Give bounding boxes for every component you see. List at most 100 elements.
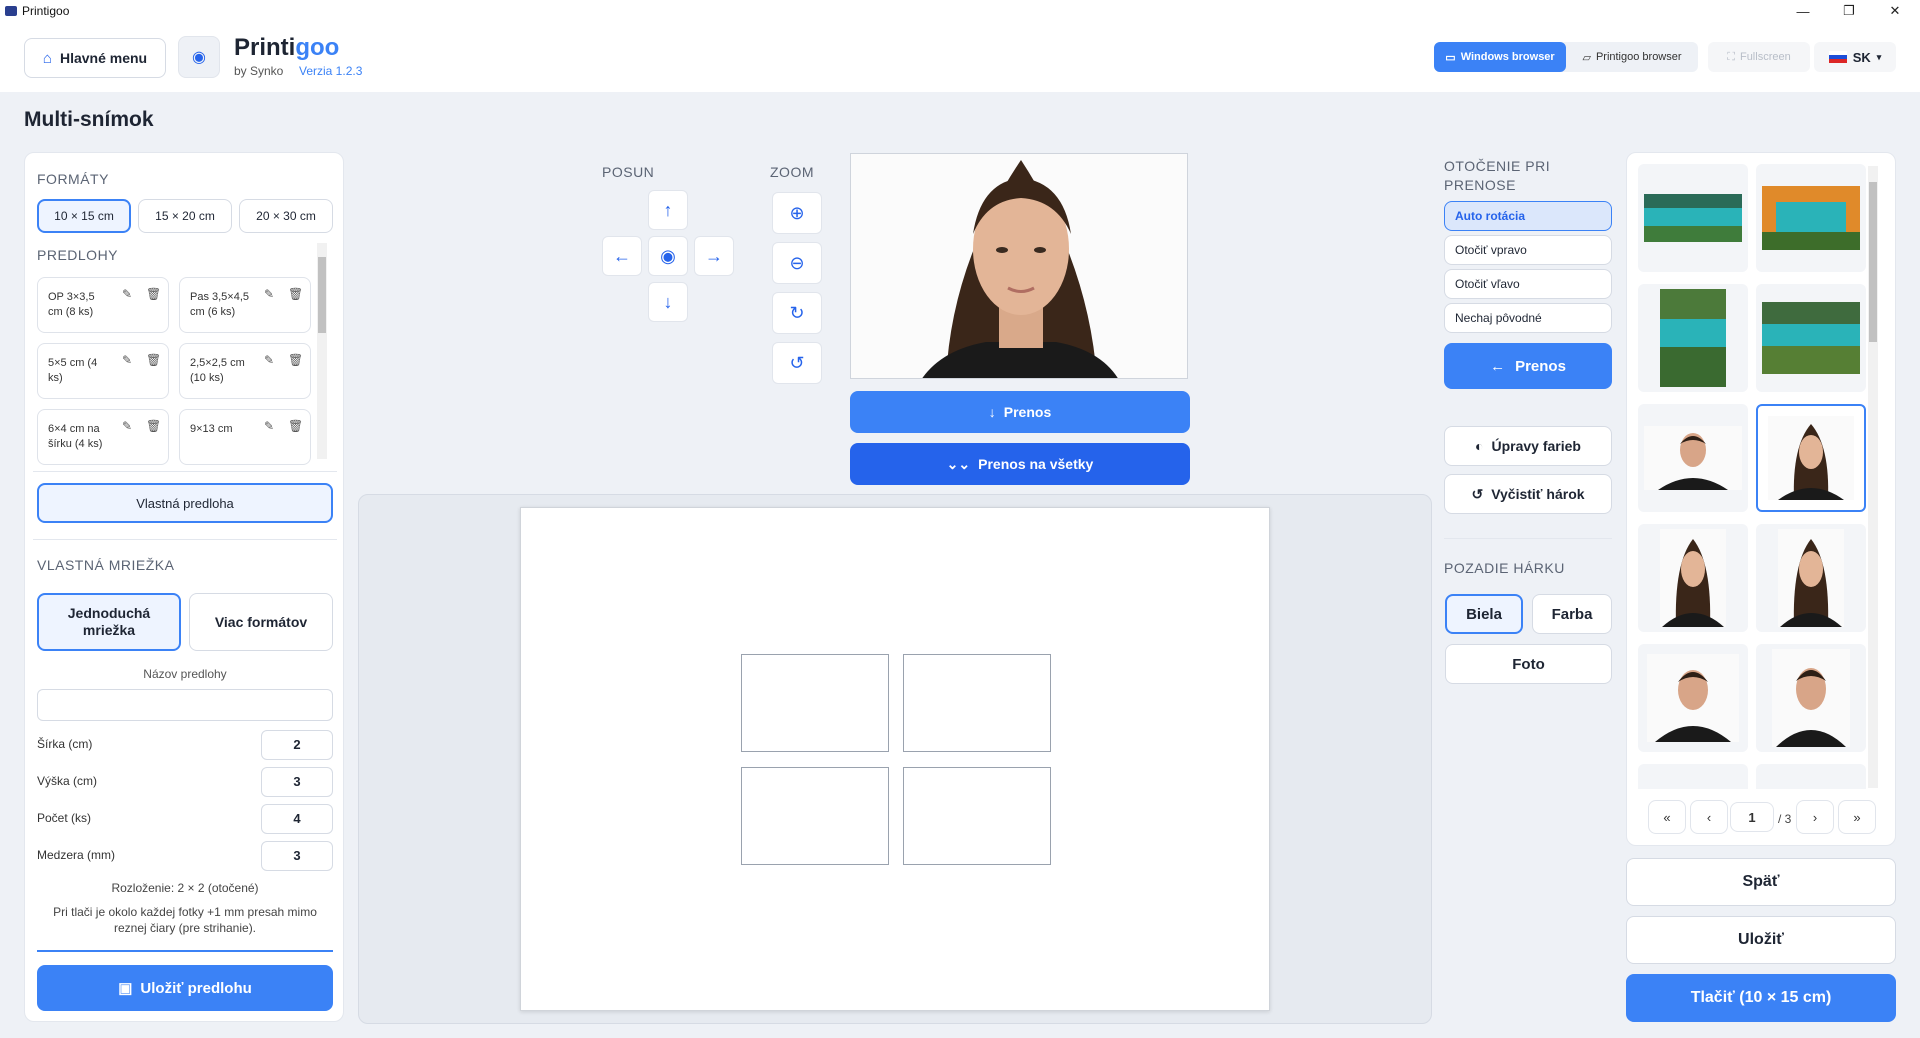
printigoo-browser-button[interactable]: ▱ Printigoo browser [1566, 42, 1698, 72]
width-label: Šírka (cm) [37, 737, 93, 751]
photo-slot[interactable] [741, 654, 889, 752]
minimize-button[interactable]: — [1780, 0, 1826, 22]
gallery-thumb[interactable] [1756, 524, 1866, 632]
sheet-canvas[interactable] [520, 507, 1270, 1011]
height-input[interactable]: 3 [261, 767, 333, 797]
template-item[interactable]: 6×4 cm na šírku (4 ks) ✎ 🗑 [37, 409, 169, 465]
rotation-right[interactable]: Otočiť vpravo [1444, 235, 1612, 265]
save-template-button[interactable]: ▣ Uložiť predlohu [37, 965, 333, 1011]
photo-slot[interactable] [741, 767, 889, 865]
rotation-none[interactable]: Nechaj pôvodné [1444, 303, 1612, 333]
zoom-out-icon: ⊖ [789, 252, 805, 273]
edit-icon[interactable]: ✎ [264, 353, 274, 368]
gallery-thumb[interactable] [1638, 164, 1748, 272]
width-input[interactable]: 2 [261, 730, 333, 760]
gap-input[interactable]: 3 [261, 841, 333, 871]
center-button[interactable]: ◉ [648, 236, 688, 276]
template-name-input[interactable] [37, 689, 333, 721]
gallery-thumb[interactable] [1638, 644, 1748, 752]
rotation-auto[interactable]: Auto rotácia [1444, 201, 1612, 231]
format-15x20[interactable]: 15 × 20 cm [138, 199, 232, 233]
back-button[interactable]: Späť [1626, 858, 1896, 906]
gallery-thumb[interactable] [1638, 524, 1748, 632]
move-left-button[interactable]: ← [602, 236, 642, 276]
format-20x30[interactable]: 20 × 30 cm [239, 199, 333, 233]
custom-template-button[interactable]: Vlastná predloha [37, 483, 333, 523]
camera-icon[interactable]: ◉ [178, 36, 220, 78]
simple-grid-button[interactable]: Jednoduchá mriežka [37, 593, 181, 651]
transfer-all-button[interactable]: ⌄⌄ Prenos na všetky [850, 443, 1190, 485]
gallery-thumb[interactable] [1756, 764, 1866, 789]
gallery-thumb[interactable] [1756, 284, 1866, 392]
count-input[interactable]: 4 [261, 804, 333, 834]
page-next-button[interactable]: › [1796, 800, 1834, 834]
formats-title: FORMÁTY [37, 171, 109, 187]
edit-icon[interactable]: ✎ [122, 419, 132, 434]
template-item[interactable]: 9×13 cm ✎ 🗑 [179, 409, 311, 465]
gallery-thumb-selected[interactable] [1756, 404, 1866, 512]
page-last-button[interactable]: » [1838, 800, 1876, 834]
trash-icon[interactable]: 🗑 [146, 353, 161, 368]
bg-color-button[interactable]: Farba [1532, 594, 1612, 634]
fullscreen-button[interactable]: ⛶ Fullscreen [1708, 42, 1810, 72]
edit-icon[interactable]: ✎ [264, 419, 274, 434]
bg-photo-button[interactable]: Foto [1445, 644, 1612, 684]
portrait-woman-image [1778, 529, 1844, 627]
left-panel: FORMÁTY 10 × 15 cm 15 × 20 cm 20 × 30 cm… [24, 152, 344, 1022]
trash-icon[interactable]: 🗑 [288, 353, 303, 368]
print-button[interactable]: Tlačiť (10 × 15 cm) [1626, 974, 1896, 1022]
templates-scrollbar[interactable] [317, 243, 327, 459]
trash-icon[interactable]: 🗑 [288, 287, 303, 302]
windows-browser-button[interactable]: ▭ Windows browser [1434, 42, 1566, 72]
template-item[interactable]: Pas 3,5×4,5 cm (6 ks) ✎ 🗑 [179, 277, 311, 333]
gallery-thumb[interactable] [1638, 764, 1748, 789]
zoom-out-button[interactable]: ⊖ [772, 242, 822, 284]
rotation-left[interactable]: Otočiť vľavo [1444, 269, 1612, 299]
template-item[interactable]: OP 3×3,5 cm (8 ks) ✎ 🗑 [37, 277, 169, 333]
gallery-thumb[interactable] [1756, 164, 1866, 272]
gallery-thumb[interactable] [1638, 404, 1748, 512]
arrow-left-icon: ← [613, 245, 631, 266]
edit-icon[interactable]: ✎ [122, 287, 132, 302]
restore-button[interactable]: ❐ [1826, 0, 1872, 22]
trash-icon[interactable]: 🗑 [288, 419, 303, 434]
trash-icon[interactable]: 🗑 [146, 287, 161, 302]
landscape-image [1660, 289, 1726, 387]
trash-icon[interactable]: 🗑 [146, 419, 161, 434]
edit-icon[interactable]: ✎ [264, 287, 274, 302]
template-item[interactable]: 2,5×2,5 cm (10 ks) ✎ 🗑 [179, 343, 311, 399]
chevron-down-icon: ▾ [1876, 51, 1882, 62]
gallery-thumb[interactable] [1756, 644, 1866, 752]
language-select[interactable]: SK ▾ [1814, 42, 1896, 72]
gallery-thumb[interactable] [1638, 284, 1748, 392]
rotate-right-button[interactable]: ↻ [772, 292, 822, 334]
move-up-button[interactable]: ↑ [648, 190, 688, 230]
arrow-down-icon: ↓ [988, 404, 996, 420]
main-menu-button[interactable]: ⌂ Hlavné menu [24, 38, 166, 78]
zoom-in-button[interactable]: ⊕ [772, 192, 822, 234]
page-input[interactable]: 1 [1730, 802, 1774, 832]
move-right-button[interactable]: → [694, 236, 734, 276]
move-down-button[interactable]: ↓ [648, 282, 688, 322]
format-10x15[interactable]: 10 × 15 cm [37, 199, 131, 233]
rotate-left-button[interactable]: ↺ [772, 342, 822, 384]
edit-icon[interactable]: ✎ [122, 353, 132, 368]
page-prev-button[interactable]: ‹ [1690, 800, 1728, 834]
page-first-button[interactable]: « [1648, 800, 1686, 834]
photo-preview[interactable] [850, 153, 1188, 379]
clear-sheet-button[interactable]: ↺ Vyčistiť hárok [1444, 474, 1612, 514]
multi-format-button[interactable]: Viac formátov [189, 593, 333, 651]
color-edit-button[interactable]: ◐ Úpravy farieb [1444, 426, 1612, 466]
photo-slot[interactable] [903, 767, 1051, 865]
transfer-back-button[interactable]: ← Prenos [1444, 343, 1612, 389]
template-item[interactable]: 5×5 cm (4 ks) ✎ 🗑 [37, 343, 169, 399]
save-button[interactable]: Uložiť [1626, 916, 1896, 964]
transfer-button[interactable]: ↓ Prenos [850, 391, 1190, 433]
photo-slot[interactable] [903, 654, 1051, 752]
background-title: POZADIE HÁRKU [1444, 560, 1565, 576]
zoom-in-icon: ⊕ [789, 202, 805, 223]
bg-white-button[interactable]: Biela [1445, 594, 1523, 634]
gallery-scrollbar[interactable] [1868, 166, 1878, 788]
zoom-title: ZOOM [770, 164, 814, 180]
close-button[interactable]: ✕ [1872, 0, 1918, 22]
